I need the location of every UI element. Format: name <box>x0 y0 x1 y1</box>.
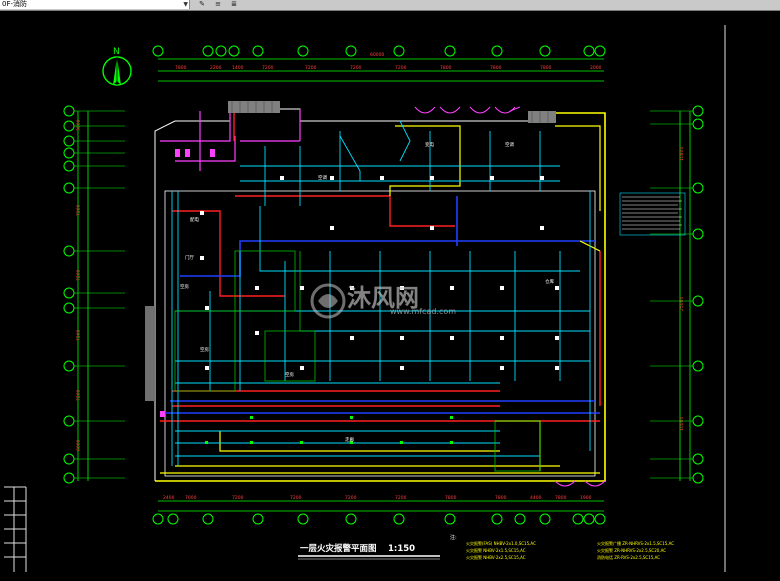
layer-previous-icon[interactable]: ≡ <box>212 0 224 9</box>
column-axis-bottom <box>152 513 606 525</box>
svg-text:7200: 7200 <box>232 495 244 501</box>
chevron-down-icon[interactable]: ▼ <box>183 0 188 9</box>
svg-text:空房: 空房 <box>285 371 294 378</box>
note-left-3: 火灾报警 NHBV-2x2.5,SC15,AC <box>466 554 526 560</box>
svg-text:10800: 10800 <box>679 147 685 161</box>
svg-text:60000: 60000 <box>370 52 384 58</box>
svg-text:1900: 1900 <box>580 495 592 501</box>
row-axis-left <box>63 105 75 484</box>
svg-text:空调: 空调 <box>318 174 327 181</box>
svg-text:2400: 2400 <box>163 495 175 501</box>
svg-text:6000: 6000 <box>76 439 82 451</box>
svg-text:走廊: 走廊 <box>345 436 354 443</box>
layer-dropdown[interactable]: 0F-消防 ▼ <box>0 0 190 9</box>
svg-text:7200: 7200 <box>305 65 317 71</box>
svg-text:7200: 7200 <box>76 329 82 341</box>
svg-text:7800: 7800 <box>540 65 552 71</box>
title-block <box>4 486 27 572</box>
svg-text:7800: 7800 <box>495 495 507 501</box>
svg-text:3000: 3000 <box>76 119 82 131</box>
floor-plan-svg: N 7800 2200 1400 7200 7200 7200 7200 7800 7800… <box>4 25 726 572</box>
layer-dropdown-value: 0F-消防 <box>2 0 28 8</box>
note-right-1: 火灾报警广播 ZR-NHRVS-2x1.5,SC15,AC <box>597 540 674 546</box>
note-right-3: 消防电话 ZR-RVS-2x2.5,SC15,AC <box>597 554 660 560</box>
watermark-logo <box>310 283 346 319</box>
north-label: N <box>113 47 120 57</box>
pen-icon[interactable]: ✎ <box>196 0 208 9</box>
row-axis-right <box>692 105 704 484</box>
svg-text:2200: 2200 <box>210 65 222 71</box>
drawing-title-scale: 1:150 <box>388 544 415 554</box>
svg-text:变电: 变电 <box>425 141 434 148</box>
svg-text:7200: 7200 <box>76 204 82 216</box>
note-left-2: 火灾报警 NHBV-2x1.5,SC15,AC <box>466 547 526 553</box>
drawing-title: 一层火灾报警平面图 <box>300 543 377 554</box>
svg-text:2000: 2000 <box>590 65 602 71</box>
devices-magenta <box>160 149 215 417</box>
svg-text:7200: 7200 <box>395 495 407 501</box>
svg-text:7200: 7200 <box>262 65 274 71</box>
svg-text:7800: 7800 <box>490 65 502 71</box>
svg-text:10000: 10000 <box>679 417 685 431</box>
layer-state-icon[interactable]: ≣ <box>228 0 240 9</box>
svg-text:1400: 1400 <box>232 65 244 71</box>
svg-text:25000: 25000 <box>679 297 685 311</box>
svg-text:7800: 7800 <box>555 495 567 501</box>
svg-text:7800: 7800 <box>175 65 187 71</box>
svg-text:7000: 7000 <box>185 495 197 501</box>
svg-text:空房: 空房 <box>200 346 209 353</box>
note-left-1: 火灾报警(FAS) NHBV-2x1.0,SC15,AC <box>466 540 536 546</box>
svg-text:空房: 空房 <box>180 283 189 290</box>
drawing-canvas[interactable]: N 7800 2200 1400 7200 7200 7200 7200 7800 7800… <box>0 11 780 577</box>
svg-text:配电: 配电 <box>190 216 199 223</box>
svg-text:7800: 7800 <box>440 65 452 71</box>
svg-text:门厅: 门厅 <box>185 254 194 261</box>
note-right-2: 火灾报警 ZR-NHRVS-2x2.5,SC20,AC <box>597 547 666 553</box>
svg-text:空调: 空调 <box>505 141 514 148</box>
svg-text:7200: 7200 <box>290 495 302 501</box>
system-legend-box <box>619 192 686 236</box>
top-dimensions <box>158 70 604 82</box>
svg-text:7200: 7200 <box>76 389 82 401</box>
svg-text:7200: 7200 <box>395 65 407 71</box>
notes-label: 注: <box>450 534 457 541</box>
svg-text:7200: 7200 <box>350 65 362 71</box>
svg-text:7200: 7200 <box>345 495 357 501</box>
watermark-url: www.mfcad.com <box>390 307 456 316</box>
smoke-detectors <box>200 176 559 370</box>
svg-text:7200: 7200 <box>76 269 82 281</box>
stairs <box>145 101 556 401</box>
svg-text:仓库: 仓库 <box>545 278 554 285</box>
north-arrow <box>102 56 132 86</box>
svg-text:4400: 4400 <box>530 495 542 501</box>
toolbar: 0F-消防 ▼ ✎ ≡ ≣ <box>0 0 780 11</box>
svg-text:7800: 7800 <box>445 495 457 501</box>
